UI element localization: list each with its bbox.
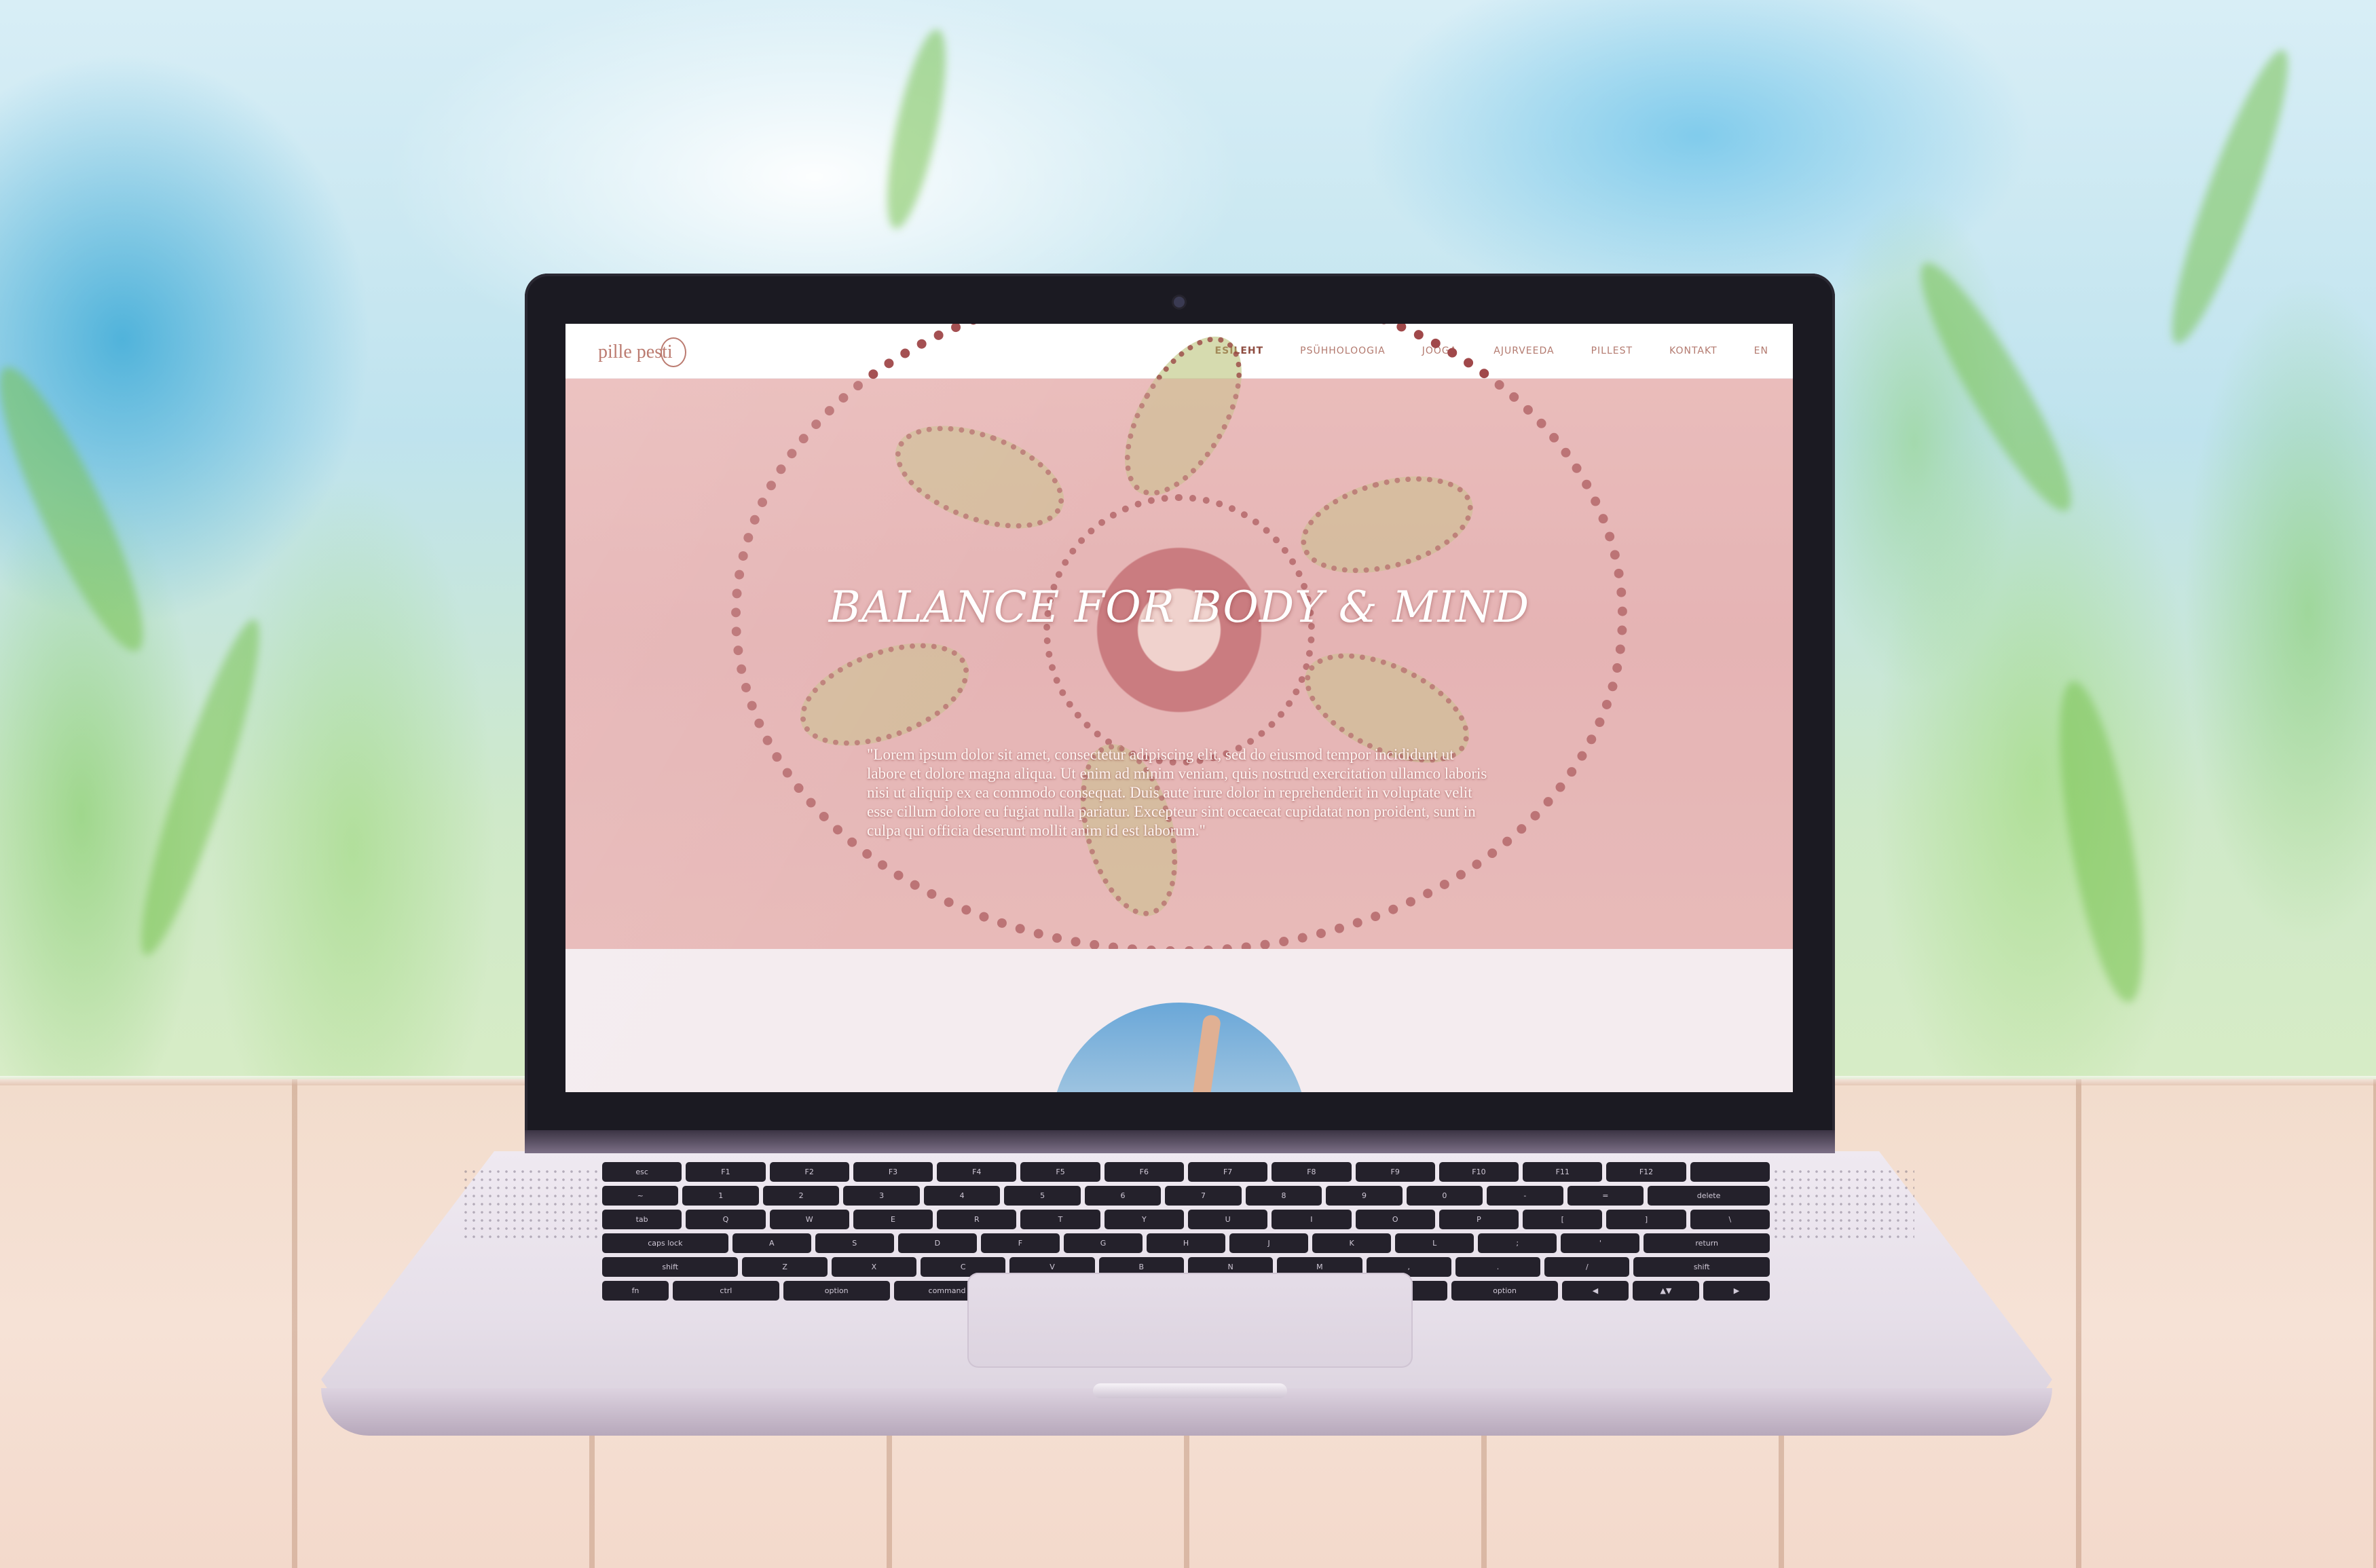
keyboard-row: ~1 2 3 4 5 6 7 8 9 0- = delete xyxy=(602,1186,1770,1206)
keyboard-key[interactable]: 5 xyxy=(1004,1186,1081,1206)
nav-item-language-en[interactable]: EN xyxy=(1754,346,1768,356)
keyboard: esc F1 F2 F3 F4 F5 F6 F7 F8 F9 F10 F11 F12 ~1 2 3 4 5 6 7 8 9… xyxy=(602,1162,1770,1301)
webcam-icon xyxy=(1174,297,1185,307)
keyboard-key[interactable]: option xyxy=(783,1281,890,1301)
keyboard-key[interactable]: 6 xyxy=(1084,1186,1162,1206)
keyboard-key[interactable]: X xyxy=(831,1257,917,1277)
keyboard-key[interactable]: ctrl xyxy=(673,1281,779,1301)
keyboard-key[interactable]: \ xyxy=(1690,1210,1770,1229)
keyboard-key[interactable]: 0 xyxy=(1406,1186,1483,1206)
keyboard-key[interactable]: esc xyxy=(602,1162,682,1182)
keyboard-key[interactable]: F2 xyxy=(769,1162,849,1182)
keyboard-key[interactable]: L xyxy=(1395,1233,1474,1253)
nav-item-pillest[interactable]: PILLEST xyxy=(1591,346,1633,356)
hero-quote: "Lorem ipsum dolor sit amet, consectetur… xyxy=(867,746,1487,839)
keyboard-row: caps lock A S D F G H J K L; ' return xyxy=(602,1233,1770,1253)
nav-item-kontakt[interactable]: KONTAKT xyxy=(1669,346,1718,356)
keyboard-key[interactable]: 8 xyxy=(1245,1186,1322,1206)
keyboard-key[interactable]: ' xyxy=(1561,1233,1640,1253)
keyboard-key[interactable]: 1 xyxy=(682,1186,759,1206)
keyboard-key[interactable]: F6 xyxy=(1104,1162,1184,1182)
keyboard-key[interactable]: Z xyxy=(742,1257,828,1277)
keyboard-key[interactable]: F12 xyxy=(1606,1162,1686,1182)
keyboard-row: tab Q W E R T Y U I O P[] \ xyxy=(602,1210,1770,1229)
laptop-hinge xyxy=(525,1130,1835,1153)
keyboard-key[interactable]: T xyxy=(1020,1210,1100,1229)
keyboard-key[interactable]: D xyxy=(897,1233,977,1253)
keyboard-key[interactable]: F xyxy=(980,1233,1060,1253)
keyboard-key[interactable]: G xyxy=(1063,1233,1143,1253)
speaker-grille-right xyxy=(1772,1168,1914,1242)
raised-arm xyxy=(1189,1013,1222,1092)
keyboard-key[interactable]: U xyxy=(1187,1210,1268,1229)
keyboard-key[interactable]: ▶ xyxy=(1703,1281,1770,1301)
keyboard-key[interactable]: I xyxy=(1271,1210,1352,1229)
hero-overlay xyxy=(565,379,1793,949)
keyboard-key[interactable]: ▲▼ xyxy=(1632,1281,1699,1301)
keyboard-key[interactable]: tab xyxy=(602,1210,682,1229)
logo-ring-icon xyxy=(660,337,686,367)
keyboard-key[interactable]: A xyxy=(732,1233,811,1253)
hero-title: BALANCE FOR BODY & MIND xyxy=(828,582,1530,633)
keyboard-key[interactable]: return xyxy=(1644,1233,1770,1253)
keyboard-key[interactable]: O xyxy=(1355,1210,1435,1229)
keyboard-key[interactable]: 4 xyxy=(923,1186,1001,1206)
keyboard-key[interactable]: S xyxy=(815,1233,894,1253)
keyboard-key[interactable]: ◀ xyxy=(1561,1281,1629,1301)
keyboard-key[interactable]: 9 xyxy=(1326,1186,1403,1206)
keyboard-key[interactable]: [ xyxy=(1523,1210,1603,1229)
nav-item-ajurveeda[interactable]: AJURVEEDA xyxy=(1493,346,1554,356)
keyboard-key[interactable]: 3 xyxy=(843,1186,920,1206)
keyboard-key[interactable]: ~ xyxy=(602,1186,679,1206)
keyboard-key[interactable]: caps lock xyxy=(602,1233,728,1253)
keyboard-key[interactable]: / xyxy=(1544,1257,1630,1277)
keyboard-key[interactable]: delete xyxy=(1648,1186,1770,1206)
keyboard-row: esc F1 F2 F3 F4 F5 F6 F7 F8 F9 F10 F11 F12 xyxy=(602,1162,1770,1182)
hero-section: BALANCE FOR BODY & MIND "Lorem ipsum dol… xyxy=(565,324,1793,956)
keyboard-key[interactable]: - xyxy=(1487,1186,1563,1206)
keyboard-key[interactable]: F11 xyxy=(1523,1162,1603,1182)
keyboard-key[interactable]: . xyxy=(1455,1257,1541,1277)
keyboard-key[interactable]: ] xyxy=(1606,1210,1686,1229)
keyboard-key[interactable]: F10 xyxy=(1438,1162,1519,1182)
keyboard-key[interactable]: F9 xyxy=(1355,1162,1435,1182)
laptop-opening-notch xyxy=(1093,1383,1287,1398)
keyboard-key[interactable]: 2 xyxy=(762,1186,840,1206)
laptop-screen: pille pesti ESILEHT PSÜHHOLOOGIA JOOGA A… xyxy=(565,324,1793,1092)
site-logo[interactable]: pille pesti xyxy=(598,337,686,367)
keyboard-key[interactable]: P xyxy=(1438,1210,1519,1229)
keyboard-key[interactable]: F4 xyxy=(937,1162,1017,1182)
keyboard-key[interactable]: option xyxy=(1451,1281,1558,1301)
keyboard-key[interactable]: 7 xyxy=(1165,1186,1242,1206)
speaker-grille-left xyxy=(462,1168,604,1242)
trackpad[interactable] xyxy=(967,1273,1413,1368)
keyboard-key[interactable]: H xyxy=(1147,1233,1226,1253)
keyboard-key[interactable]: W xyxy=(769,1210,849,1229)
keyboard-key[interactable]: F5 xyxy=(1020,1162,1100,1182)
keyboard-key[interactable]: shift xyxy=(1633,1257,1770,1277)
keyboard-key[interactable]: F3 xyxy=(853,1162,933,1182)
keyboard-key[interactable]: J xyxy=(1229,1233,1309,1253)
keyboard-key[interactable]: Q xyxy=(686,1210,766,1229)
keyboard-key[interactable]: F8 xyxy=(1271,1162,1352,1182)
keyboard-key[interactable]: = xyxy=(1567,1186,1644,1206)
keyboard-key[interactable]: shift xyxy=(602,1257,739,1277)
keyboard-key[interactable]: K xyxy=(1312,1233,1392,1253)
keyboard-key[interactable]: F1 xyxy=(686,1162,766,1182)
keyboard-key[interactable]: ; xyxy=(1478,1233,1557,1253)
keyboard-key[interactable]: fn xyxy=(602,1281,669,1301)
keyboard-key[interactable]: Y xyxy=(1104,1210,1184,1229)
keyboard-key[interactable]: R xyxy=(937,1210,1017,1229)
keyboard-key[interactable]: F7 xyxy=(1187,1162,1268,1182)
keyboard-key[interactable]: E xyxy=(853,1210,933,1229)
keyboard-key[interactable] xyxy=(1690,1162,1770,1182)
